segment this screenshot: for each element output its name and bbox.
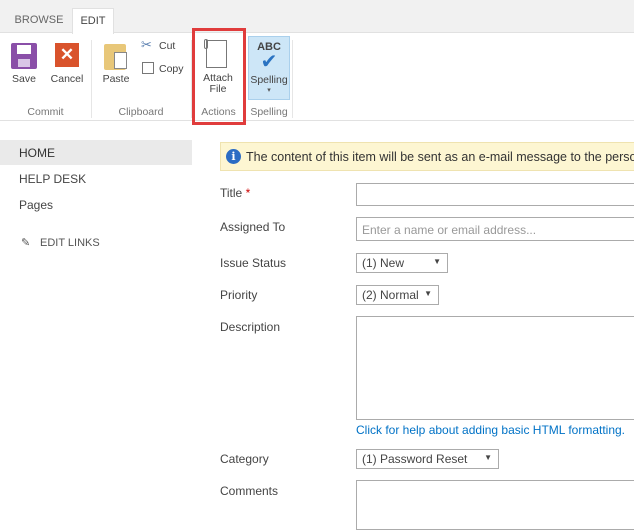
spelling-button[interactable]: ABC ✔ Spelling ▾ <box>248 36 290 100</box>
title-label-text: Title <box>220 186 243 200</box>
category-select[interactable]: (1) Password Reset ▼ <box>356 449 499 469</box>
edit-links[interactable]: EDIT LINKS <box>40 237 100 249</box>
priority-value: (2) Normal <box>362 288 419 302</box>
cut-icon: ✂ <box>141 37 152 52</box>
priority-select[interactable]: (2) Normal ▼ <box>356 285 439 305</box>
issue-status-value: (1) New <box>362 256 405 270</box>
assigned-to-label: Assigned To <box>220 220 286 234</box>
info-icon: i <box>226 149 241 164</box>
spelling-label: Spelling <box>250 74 288 86</box>
nav-item-pages[interactable]: Pages <box>19 198 53 212</box>
checkmark-icon: ✔ <box>260 51 278 73</box>
comments-label: Comments <box>220 484 279 498</box>
cancel-button[interactable]: Cancel <box>48 73 86 85</box>
cancel-icon: ✕ <box>55 43 79 67</box>
highlight-box <box>192 28 246 125</box>
html-help-link[interactable]: Click for help about adding basic HTML f… <box>356 423 625 437</box>
info-message: The content of this item will be sent as… <box>246 150 634 164</box>
paste-button[interactable]: Paste <box>100 73 132 85</box>
required-marker: * <box>245 186 251 200</box>
priority-label: Priority <box>220 288 258 302</box>
info-bar: i The content of this item will be sent … <box>220 142 634 171</box>
divider <box>292 40 293 118</box>
dropdown-arrow-icon: ▼ <box>424 289 432 298</box>
description-textarea[interactable] <box>356 316 634 420</box>
group-spelling: Spelling <box>250 106 288 118</box>
comments-textarea[interactable] <box>356 480 634 530</box>
copy-button[interactable]: Copy <box>159 63 184 75</box>
pencil-icon: ✎ <box>21 237 31 249</box>
title-label: Title * <box>220 186 250 200</box>
issue-status-select[interactable]: (1) New ▼ <box>356 253 448 273</box>
nav-item-help-desk[interactable]: HELP DESK <box>19 172 86 186</box>
dropdown-arrow-icon: ▼ <box>433 257 441 266</box>
save-icon <box>11 43 37 69</box>
group-commit: Commit <box>27 106 64 118</box>
description-label: Description <box>220 320 281 334</box>
nav-item-home[interactable]: HOME <box>19 146 55 160</box>
dropdown-arrow-icon: ▼ <box>484 453 492 462</box>
tab-edit[interactable]: EDIT <box>72 8 114 34</box>
paste-icon <box>104 44 127 70</box>
assigned-to-input[interactable]: Enter a name or email address... <box>356 217 634 241</box>
category-value: (1) Password Reset <box>362 452 468 466</box>
copy-icon <box>142 62 154 74</box>
save-button[interactable]: Save <box>6 73 42 85</box>
category-label: Category <box>220 452 269 466</box>
dropdown-arrow-icon: ▾ <box>267 87 271 94</box>
title-input[interactable] <box>356 183 634 206</box>
cut-button[interactable]: Cut <box>159 40 175 52</box>
issue-status-label: Issue Status <box>220 256 287 270</box>
group-clipboard: Clipboard <box>118 106 164 118</box>
tab-browse[interactable]: BROWSE <box>10 8 68 33</box>
